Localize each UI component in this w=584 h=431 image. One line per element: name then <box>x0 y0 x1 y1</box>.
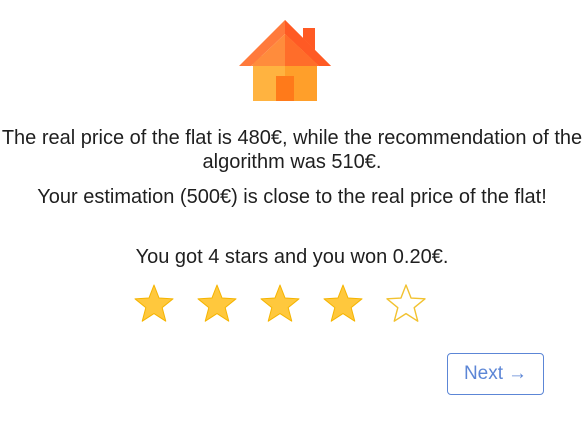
next-button-label: Next <box>463 363 504 384</box>
result-screen: The real price of the flat is 480€, whil… <box>0 0 584 431</box>
star-filled-icon <box>134 284 174 322</box>
star-filled-icon <box>323 284 363 322</box>
star-rating <box>133 283 433 325</box>
arrow-right-icon: → <box>508 363 528 384</box>
price-comparison-text: The real price of the flat is 480€, whil… <box>1 127 583 173</box>
star-filled-icon <box>260 284 300 322</box>
star-filled-icon <box>197 284 237 322</box>
house-door <box>276 76 294 101</box>
next-button[interactable]: Next → <box>447 353 544 395</box>
reward-text: You got 4 stars and you won 0.20€. <box>135 246 449 268</box>
house-icon <box>239 20 331 101</box>
estimation-feedback-text: Your estimation (500€) is close to the r… <box>37 186 547 208</box>
star-empty-icon <box>386 284 426 322</box>
